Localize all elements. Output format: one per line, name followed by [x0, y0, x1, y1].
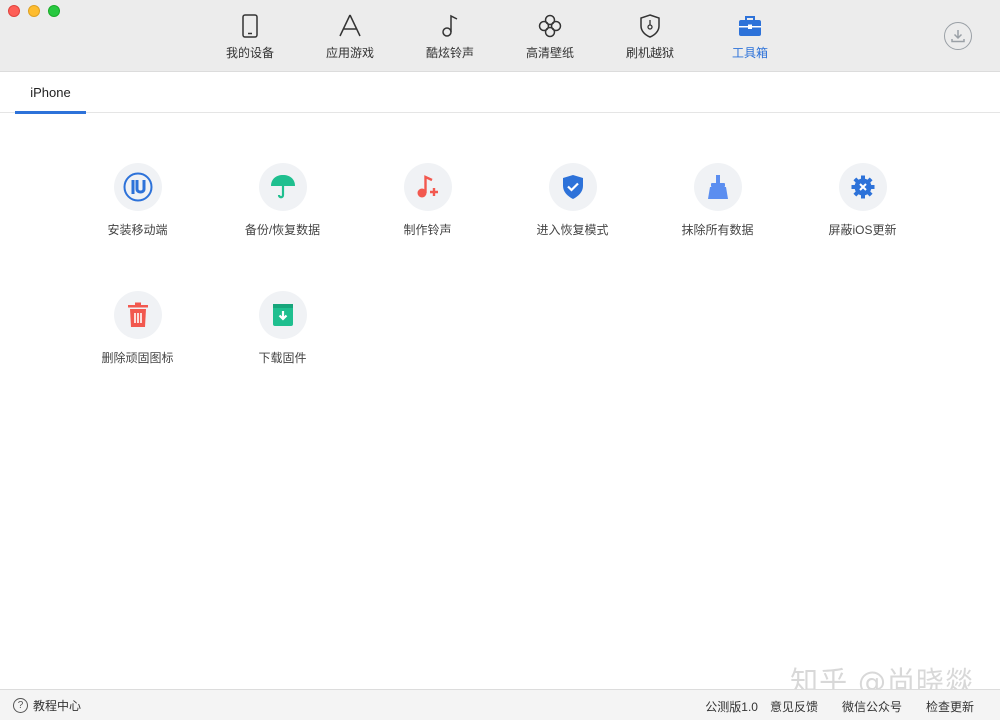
shield-check-icon [548, 163, 597, 211]
minimize-window-button[interactable] [28, 5, 40, 17]
tool-make-ringtone[interactable]: 制作铃声 [355, 163, 500, 238]
tool-label: 制作铃声 [403, 223, 452, 237]
tool-backup-restore[interactable]: 备份/恢复数据 [210, 163, 355, 238]
status-links: 公测版1.0 意见反馈 微信公众号 检查更新 [705, 698, 974, 715]
wechat-link[interactable]: 微信公众号 [842, 698, 902, 715]
iu-logo-icon [113, 163, 162, 211]
gear-x-icon [838, 163, 887, 211]
download-box-icon [258, 291, 307, 339]
nav-label: 刷机越狱 [625, 46, 674, 60]
download-manager-button[interactable] [944, 22, 972, 50]
tool-label: 安装移动端 [107, 223, 168, 237]
tutorial-center-label: 教程中心 [33, 699, 82, 713]
nav-label: 应用游戏 [325, 46, 374, 60]
tool-download-firmware[interactable]: 下载固件 [210, 291, 355, 366]
nav-label: 酷炫铃声 [425, 46, 474, 60]
nav-apps-games[interactable]: 应用游戏 [300, 0, 400, 72]
nav-my-device[interactable]: 我的设备 [200, 0, 300, 72]
version-label: 公测版1.0 [705, 700, 758, 714]
nav-ringtones[interactable]: 酷炫铃声 [400, 0, 500, 72]
feedback-link[interactable]: 意见反馈 [770, 698, 818, 715]
music-note-icon [437, 13, 463, 39]
main-nav: 我的设备 应用游戏 酷炫铃声 高清壁纸 刷机越狱 工具箱 [200, 0, 800, 72]
tool-recovery-mode[interactable]: 进入恢复模式 [500, 163, 645, 238]
tool-label: 删除顽固图标 [101, 351, 174, 365]
nav-flash-jailbreak[interactable]: 刷机越狱 [600, 0, 700, 72]
window-controls [8, 5, 60, 17]
nav-label: 我的设备 [225, 46, 274, 60]
trash-icon [113, 291, 162, 339]
music-plus-icon [403, 163, 452, 211]
download-icon [951, 30, 965, 43]
toolbox-icon [737, 13, 763, 39]
close-window-button[interactable] [8, 5, 20, 17]
tool-label: 备份/恢复数据 [244, 223, 321, 237]
nav-label: 工具箱 [731, 46, 768, 60]
tool-label: 抹除所有数据 [681, 223, 754, 237]
tutorial-center-link[interactable]: ? 教程中心 [13, 697, 81, 714]
app-store-icon [337, 13, 363, 39]
question-icon: ? [13, 698, 28, 713]
nav-toolbox[interactable]: 工具箱 [700, 0, 800, 72]
broom-icon [693, 163, 742, 211]
tool-label: 进入恢复模式 [536, 223, 609, 237]
tool-label: 屏蔽iOS更新 [828, 223, 897, 237]
tablet-icon [237, 13, 263, 39]
umbrella-icon [258, 163, 307, 211]
top-toolbar: 我的设备 应用游戏 酷炫铃声 高清壁纸 刷机越狱 工具箱 [0, 0, 1000, 72]
shield-key-icon [637, 13, 663, 39]
tool-block-ios-update[interactable]: 屏蔽iOS更新 [790, 163, 935, 238]
tool-install-mobile[interactable]: 安装移动端 [65, 163, 210, 238]
status-bar: ? 教程中心 公测版1.0 意见反馈 微信公众号 检查更新 [0, 689, 1000, 720]
tab-iphone[interactable]: iPhone [15, 72, 86, 114]
flower-icon [537, 13, 563, 39]
maximize-window-button[interactable] [48, 5, 60, 17]
tool-erase-all-data[interactable]: 抹除所有数据 [645, 163, 790, 238]
nav-label: 高清壁纸 [525, 46, 574, 60]
device-tabs: iPhone [0, 72, 1000, 114]
check-update-link[interactable]: 检查更新 [926, 698, 974, 715]
tool-delete-stubborn-icon[interactable]: 删除顽固图标 [65, 291, 210, 366]
tool-label: 下载固件 [258, 351, 307, 365]
nav-wallpapers[interactable]: 高清壁纸 [500, 0, 600, 72]
